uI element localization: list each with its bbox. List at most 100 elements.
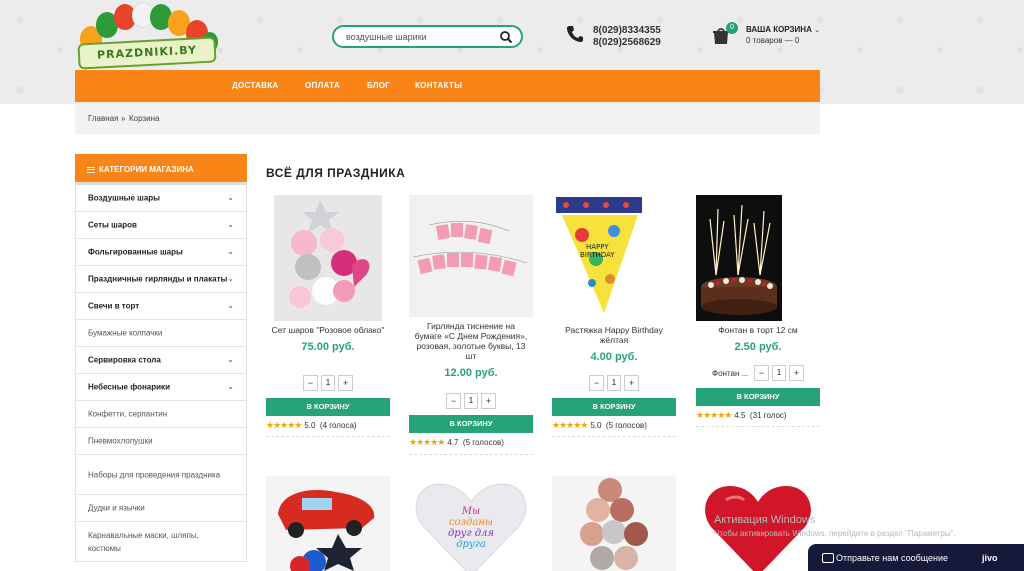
chat-icon	[822, 553, 834, 563]
quantity-value[interactable]: 1	[772, 365, 786, 381]
stars-icon: ★★★★★	[266, 420, 302, 430]
sidebar-item[interactable]: Свечи в торт ⌄	[76, 293, 246, 320]
breadcrumb-separator: »	[121, 114, 126, 123]
sidebar-item[interactable]: Сервировка стола ⌄	[76, 347, 246, 374]
product-image-garland[interactable]	[409, 195, 533, 317]
decrease-button[interactable]: −	[446, 393, 461, 409]
sidebar-item[interactable]: Наборы для проведения праздника	[76, 455, 246, 495]
product-card: Гирлянда тиснение на бумаге «С Днем Рожд…	[409, 195, 533, 379]
divider	[266, 436, 390, 437]
product-image-cars-balloon[interactable]	[266, 476, 390, 571]
rating-value: 4.5	[734, 411, 746, 420]
product-name[interactable]: Гирлянда тиснение на бумаге «С Днем Рожд…	[409, 321, 533, 361]
rating-votes[interactable]: (31 голос)	[750, 411, 787, 420]
cart-title[interactable]: ВАША КОРЗИНА ⌄	[746, 25, 820, 34]
quantity-stepper: − 1 +	[446, 393, 496, 409]
product-image-cake-fountain[interactable]	[696, 195, 782, 321]
chat-widget[interactable]: Отправьте нам сообщение jivo	[808, 544, 1024, 571]
quantity-value[interactable]: 1	[321, 375, 335, 391]
stars-icon: ★★★★★	[552, 420, 588, 430]
chevron-down-icon: ⌄	[227, 274, 234, 283]
sidebar-item[interactable]: Воздушные шары ⌄	[76, 185, 246, 212]
nav-contacts[interactable]: КОНТАКТЫ	[415, 81, 462, 90]
divider	[696, 426, 820, 427]
stars-icon: ★★★★★	[696, 410, 732, 420]
category-sidebar: КАТЕГОРИИ МАГАЗИНА Воздушные шары ⌄ Сеты ш…	[75, 154, 247, 571]
phone-2[interactable]: 8(029)2568629	[593, 37, 661, 49]
increase-button[interactable]: +	[789, 365, 804, 381]
cart-title-label: ВАША КОРЗИНА	[746, 25, 812, 34]
product-name[interactable]: Фонтан в торт 12 см	[696, 325, 820, 335]
breadcrumb: Главная » Корзина	[75, 104, 820, 134]
quantity-stepper: − 1 +	[303, 375, 353, 391]
sidebar-item[interactable]: Небесные фонарики ⌄	[76, 374, 246, 401]
chevron-down-icon: ⌄	[227, 355, 234, 364]
add-to-cart-button[interactable]: В КОРЗИНУ	[409, 415, 533, 433]
product-image-heart-balloon[interactable]: Мы созданы друг для друга	[409, 476, 533, 571]
nav-blog[interactable]: БЛОГ	[367, 81, 390, 90]
phone-icon	[567, 26, 583, 42]
product-price: 4.00 руб.	[590, 351, 638, 363]
sidebar-item-label: Свечи в торт	[88, 301, 140, 311]
phone-1[interactable]: 8(029)8334355	[593, 25, 661, 37]
rating-value: 5.0	[590, 421, 602, 430]
rating-value: 4.7	[447, 438, 459, 447]
nav-delivery[interactable]: ДОСТАВКА	[232, 81, 279, 90]
quantity-value[interactable]: 1	[464, 393, 478, 409]
product-price: 2.50 руб.	[734, 341, 782, 353]
search-input[interactable]	[346, 30, 496, 44]
sidebar-item[interactable]: Конфетти, серпантин	[76, 401, 246, 428]
sidebar-item[interactable]: Сеты шаров ⌄	[76, 212, 246, 239]
sidebar-item-label: Пневмохлопушки	[88, 436, 153, 446]
increase-button[interactable]: +	[338, 375, 353, 391]
sidebar-item-label: Бумажные колпачки	[88, 328, 163, 338]
sidebar-item-label: Сервировка стола	[88, 355, 161, 365]
decrease-button[interactable]: −	[754, 365, 769, 381]
main-nav: ДОСТАВКА ОПЛАТА БЛОГ КОНТАКТЫ	[75, 70, 820, 102]
sidebar-item-label: Фольгированные шары	[88, 247, 183, 257]
decrease-button[interactable]: −	[303, 375, 318, 391]
search-icon[interactable]	[499, 30, 513, 44]
sidebar-item[interactable]: Фольгированные шары ⌄	[76, 239, 246, 266]
activation-title: Активация Windows	[714, 514, 816, 526]
decrease-button[interactable]: −	[589, 375, 604, 391]
chevron-down-icon: ⌄	[227, 220, 234, 229]
divider	[409, 454, 533, 455]
chat-label: Отправьте нам сообщение	[836, 553, 949, 563]
increase-button[interactable]: +	[481, 393, 496, 409]
sidebar-item[interactable]: Карнавальные маски, шляпы, костюмы	[76, 522, 246, 562]
product-name[interactable]: Растяжка Happy Birthday жёлтая	[552, 325, 676, 345]
rating-votes[interactable]: (5 голосов)	[606, 421, 647, 430]
rating-votes[interactable]: (4 голоса)	[320, 421, 357, 430]
sidebar-item-label: Дудки и язычки	[88, 503, 145, 513]
breadcrumb-home[interactable]: Главная	[88, 114, 118, 123]
increase-button[interactable]: +	[624, 375, 639, 391]
product-image-happy-birthday-banner[interactable]: HAPPY BIRTHDAY	[552, 195, 676, 321]
product-name[interactable]: Сет шаров "Розовое облако"	[266, 325, 390, 335]
product-rating: ★★★★★ 5.0 (4 голоса)	[266, 420, 357, 431]
product-price: 12.00 руб.	[444, 367, 498, 379]
quantity-stepper: − 1 +	[589, 375, 639, 391]
quantity-value[interactable]: 1	[607, 375, 621, 391]
sidebar-item[interactable]: Пневмохлопушки	[76, 428, 246, 455]
product-image-chrome-balloons[interactable]	[552, 476, 676, 571]
chevron-down-icon: ⌄	[814, 27, 820, 34]
product-image-balloon-set[interactable]	[274, 195, 382, 321]
heart-text-line: друга	[456, 539, 486, 550]
sidebar-item-label: Небесные фонарики	[88, 382, 170, 392]
sidebar-item-label: Воздушные шары	[88, 193, 160, 203]
add-to-cart-button[interactable]: В КОРЗИНУ	[266, 398, 390, 416]
svg-text:BIRTHDAY: BIRTHDAY	[580, 251, 615, 259]
add-to-cart-button[interactable]: В КОРЗИНУ	[696, 388, 820, 406]
sidebar-item[interactable]: Бумажные колпачки	[76, 320, 246, 347]
sidebar-item[interactable]: Праздничные гирлянды и плакаты ⌄	[76, 266, 246, 293]
windows-activation-watermark: Активация Windows Чтобы активировать Win…	[714, 514, 956, 538]
site-logo[interactable]: PRAZDNIKI.BY	[76, 2, 218, 70]
variant-select[interactable]: Фонтан ...	[712, 369, 748, 378]
divider	[552, 436, 676, 437]
add-to-cart-button[interactable]: В КОРЗИНУ	[552, 398, 676, 416]
sidebar-header[interactable]: КАТЕГОРИИ МАГАЗИНА	[75, 154, 247, 185]
sidebar-item[interactable]: Дудки и язычки	[76, 495, 246, 522]
nav-payment[interactable]: ОПЛАТА	[305, 81, 340, 90]
rating-votes[interactable]: (5 голосов)	[463, 438, 504, 447]
